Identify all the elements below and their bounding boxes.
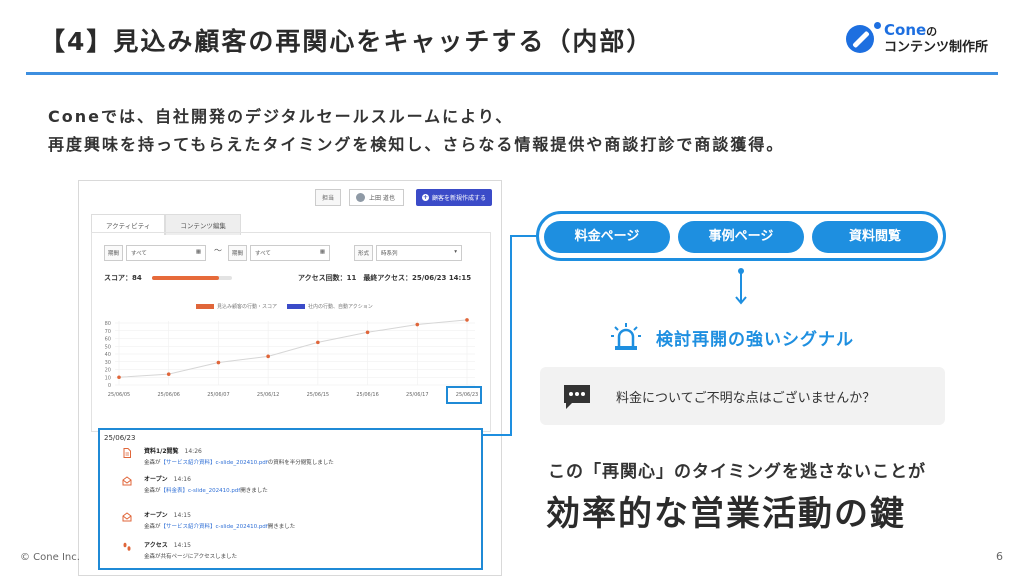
data-point[interactable]: [216, 360, 221, 365]
arrow-down-icon: [735, 268, 747, 305]
feed-desc-pre: 金森が: [144, 460, 161, 466]
x-tick-label: 25/06/12: [257, 392, 279, 398]
feed-desc-link[interactable]: 【サービス紹介資料】c-slide_202410.pdf: [161, 460, 268, 466]
logo-text: Coneの コンテンツ制作所: [884, 22, 988, 56]
feed-item-title: 資料1/2閲覧 14:26: [144, 446, 202, 455]
data-point[interactable]: [117, 375, 121, 380]
signal-text: 検討再開の強いシグナル: [656, 329, 854, 350]
y-tick-label: 70: [105, 329, 111, 335]
lead-line-1: Coneでは、自社開発のデジタルセールスルームにより、: [48, 107, 514, 126]
feed-time: 14:16: [173, 476, 191, 483]
feed-desc-post: 開きました: [240, 488, 268, 494]
feed-desc-pre: 金森が共有ページにアクセスしました: [144, 554, 238, 560]
x-tick-label: 25/06/07: [207, 392, 229, 398]
footprint-icon: [123, 542, 131, 551]
feed-item-title: アクセス 14:15: [144, 540, 191, 549]
brand-logo: Coneの コンテンツ制作所: [846, 22, 988, 56]
x-tick-label: 25/06/16: [356, 392, 378, 398]
data-point[interactable]: [166, 372, 171, 376]
feed-desc-post: 開きました: [267, 524, 296, 530]
logo-brand: Cone: [884, 21, 927, 39]
feed-time: 14:15: [173, 542, 191, 549]
x-tick-label: 25/06/06: [157, 392, 179, 398]
series-line: [118, 319, 468, 378]
signal-heading: 検討再開の強いシグナル: [610, 322, 854, 352]
subheadline: この「再関心」のタイミングを逃さないことが: [548, 462, 926, 482]
x-tick-label: 25/06/05: [108, 392, 130, 398]
headline: 効率的な営業活動の鍵: [546, 494, 906, 534]
lead-text: Coneでは、自社開発のデジタルセールスルームにより、 再度興味を持ってもらえた…: [48, 103, 784, 159]
pill-pricing-page: 料金ページ: [544, 221, 670, 253]
data-point[interactable]: [365, 330, 370, 335]
x-tick-label: 25/06/17: [406, 392, 428, 398]
feed-title-text: アクセス: [144, 542, 168, 549]
slide: 【4】見込み顧客の再関心をキャッチする（内部） Coneの コンテンツ制作所 C…: [0, 0, 1024, 576]
data-point[interactable]: [415, 322, 420, 327]
y-tick-label: 10: [105, 375, 111, 381]
data-point[interactable]: [465, 318, 469, 322]
feed-item-desc: 金森が【料金表】c-slide_202410.pdf開きました: [144, 486, 268, 494]
feed-desc-link[interactable]: 【料金表】c-slide_202410.pdf: [161, 488, 241, 494]
chat-text: 料金についてご不明な点はございませんか？: [616, 391, 876, 406]
siren-icon: [611, 323, 641, 350]
feed-item-desc: 金森が【サービス紹介資料】c-slide_202410.pdfの資料を半分閲覧し…: [144, 458, 334, 466]
chat-bubble-icon: [564, 385, 590, 409]
feed-item-title: オープン 14:15: [144, 510, 191, 519]
feed-desc-link[interactable]: 【サービス紹介資料】c-slide_202410.pdf: [161, 524, 268, 530]
lead-line-2: 再度興味を持ってもらえたタイミングを検知し、さらなる情報提供や商談打診で商談獲得…: [48, 135, 785, 154]
feed-item-desc: 金森が【サービス紹介資料】c-slide_202410.pdf開きました: [144, 522, 295, 530]
copyright: © Cone Inc.: [20, 552, 80, 563]
connector-v: [510, 236, 512, 436]
logo-no: の: [926, 25, 938, 38]
last-date-highlight: [446, 386, 482, 404]
feed-time: 14:15: [173, 512, 191, 519]
connector-h2: [510, 235, 538, 237]
feed-desc-pre: 金森が: [144, 524, 161, 530]
envelope-icon: [122, 476, 132, 486]
chat-message-box: 料金についてご不明な点はございませんか？: [540, 367, 945, 425]
pill-document-view: 資料閲覧: [812, 221, 938, 253]
signal-pages-frame: 料金ページ 事例ページ 資料閲覧: [536, 211, 946, 261]
data-point[interactable]: [316, 340, 320, 345]
feed-title-text: 資料1/2閲覧: [144, 448, 179, 455]
y-tick-label: 60: [105, 337, 111, 343]
activity-feed: 25/06/23 資料1/2閲覧 14:26 金森が【サービス紹介資料】c-slid…: [98, 428, 483, 570]
cone-logo-icon: [846, 22, 881, 53]
x-tick-label: 25/06/15: [307, 392, 329, 398]
pill-case-page: 事例ページ: [678, 221, 804, 253]
feed-item-desc: 金森が共有ページにアクセスしました: [144, 552, 237, 560]
page-title: 【4】見込み顧客の再関心をキャッチする（内部）: [40, 27, 654, 56]
header-divider: [26, 72, 998, 75]
connector-h1: [483, 434, 511, 436]
feed-desc-pre: 金森が: [144, 488, 161, 494]
feed-title-text: オープン: [144, 476, 168, 483]
page-number: 6: [996, 550, 1003, 563]
y-tick-label: 20: [105, 368, 111, 374]
y-tick-label: 50: [105, 344, 111, 350]
logo-subtitle: コンテンツ制作所: [884, 40, 989, 55]
feed-date: 25/06/23: [104, 434, 136, 442]
y-tick-label: 0: [108, 383, 111, 389]
feed-title-text: オープン: [144, 512, 168, 519]
y-tick-label: 80: [105, 321, 111, 327]
feed-item-title: オープン 14:16: [144, 474, 191, 483]
document-icon: [123, 448, 131, 458]
score-line-chart: 0102030405060708025/06/05 25/06/06 25/06/0…: [105, 318, 478, 398]
y-tick-label: 30: [105, 360, 111, 366]
feed-desc-post: の資料を半分閲覧しました: [267, 460, 334, 466]
envelope-icon: [122, 512, 132, 522]
feed-time: 14:26: [184, 448, 202, 455]
data-point[interactable]: [266, 354, 270, 359]
y-tick-label: 40: [105, 352, 111, 358]
